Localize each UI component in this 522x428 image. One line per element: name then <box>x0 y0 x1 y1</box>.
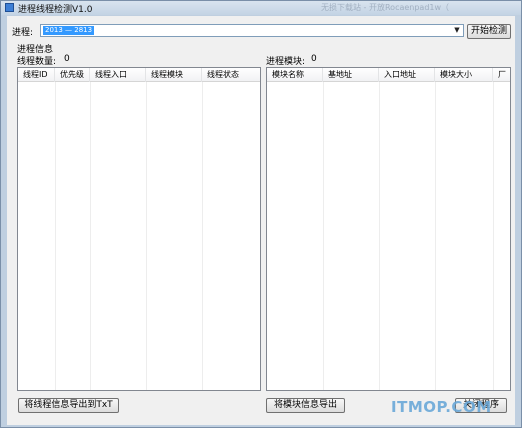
module-list-header: 模块名称 基地址 入口地址 模块大小 厂 <box>267 68 510 82</box>
process-label: 进程: <box>12 28 34 38</box>
column-header-thread-id[interactable]: 线程ID <box>18 68 55 82</box>
thread-list-header: 线程ID 优先级 线程入口 线程模块 线程状态 <box>18 68 260 82</box>
column-divider <box>493 82 494 390</box>
column-header-module-size[interactable]: 模块大小 <box>435 68 493 82</box>
module-count-label: 进程模块: <box>266 57 306 67</box>
column-divider <box>90 82 91 390</box>
app-window: 进程线程检测V1.0 无损下载站 - 开放Rocaenpad1w（ 进程: 20… <box>0 0 522 428</box>
background-title-text: 无损下载站 - 开放Rocaenpad1w（ <box>321 3 450 12</box>
column-header-module-name[interactable]: 模块名称 <box>267 68 323 82</box>
column-divider <box>323 82 324 390</box>
title-bar[interactable]: 进程线程检测V1.0 无损下载站 - 开放Rocaenpad1w（ <box>1 1 521 15</box>
column-divider <box>435 82 436 390</box>
column-header-thread-module[interactable]: 线程模块 <box>146 68 202 82</box>
column-divider <box>146 82 147 390</box>
thread-count-label: 线程数量: <box>17 57 57 67</box>
column-divider <box>55 82 56 390</box>
column-header-priority[interactable]: 优先级 <box>55 68 90 82</box>
thread-count-value: 0 <box>64 54 70 64</box>
window-title: 进程线程检测V1.0 <box>18 5 93 15</box>
column-header-entry-address[interactable]: 入口地址 <box>379 68 435 82</box>
app-icon <box>5 3 14 12</box>
client-area: 进程: 2013 — 2813 ▼ 开始检测 进程信息 线程数量: 0 进程模块… <box>7 16 515 425</box>
column-header-module-extra[interactable]: 厂 <box>493 68 510 82</box>
thread-list[interactable]: 线程ID 优先级 线程入口 线程模块 线程状态 <box>17 67 261 391</box>
column-header-thread-status[interactable]: 线程状态 <box>202 68 260 82</box>
process-selected-value: 2013 — 2813 <box>43 26 95 35</box>
process-dropdown[interactable]: 2013 — 2813 ▼ <box>40 24 464 37</box>
export-modules-button[interactable]: 将模块信息导出 <box>266 398 345 413</box>
start-detect-button[interactable]: 开始检测 <box>467 24 511 39</box>
column-header-thread-entry[interactable]: 线程入口 <box>90 68 146 82</box>
module-count-value: 0 <box>311 54 317 64</box>
watermark: ITMOP.COM <box>391 398 492 416</box>
module-list[interactable]: 模块名称 基地址 入口地址 模块大小 厂 <box>266 67 511 391</box>
dropdown-arrow-icon[interactable]: ▼ <box>451 25 463 36</box>
column-header-base-address[interactable]: 基地址 <box>323 68 379 82</box>
column-divider <box>202 82 203 390</box>
export-threads-button[interactable]: 将线程信息导出到TxT <box>18 398 119 413</box>
column-divider <box>379 82 380 390</box>
